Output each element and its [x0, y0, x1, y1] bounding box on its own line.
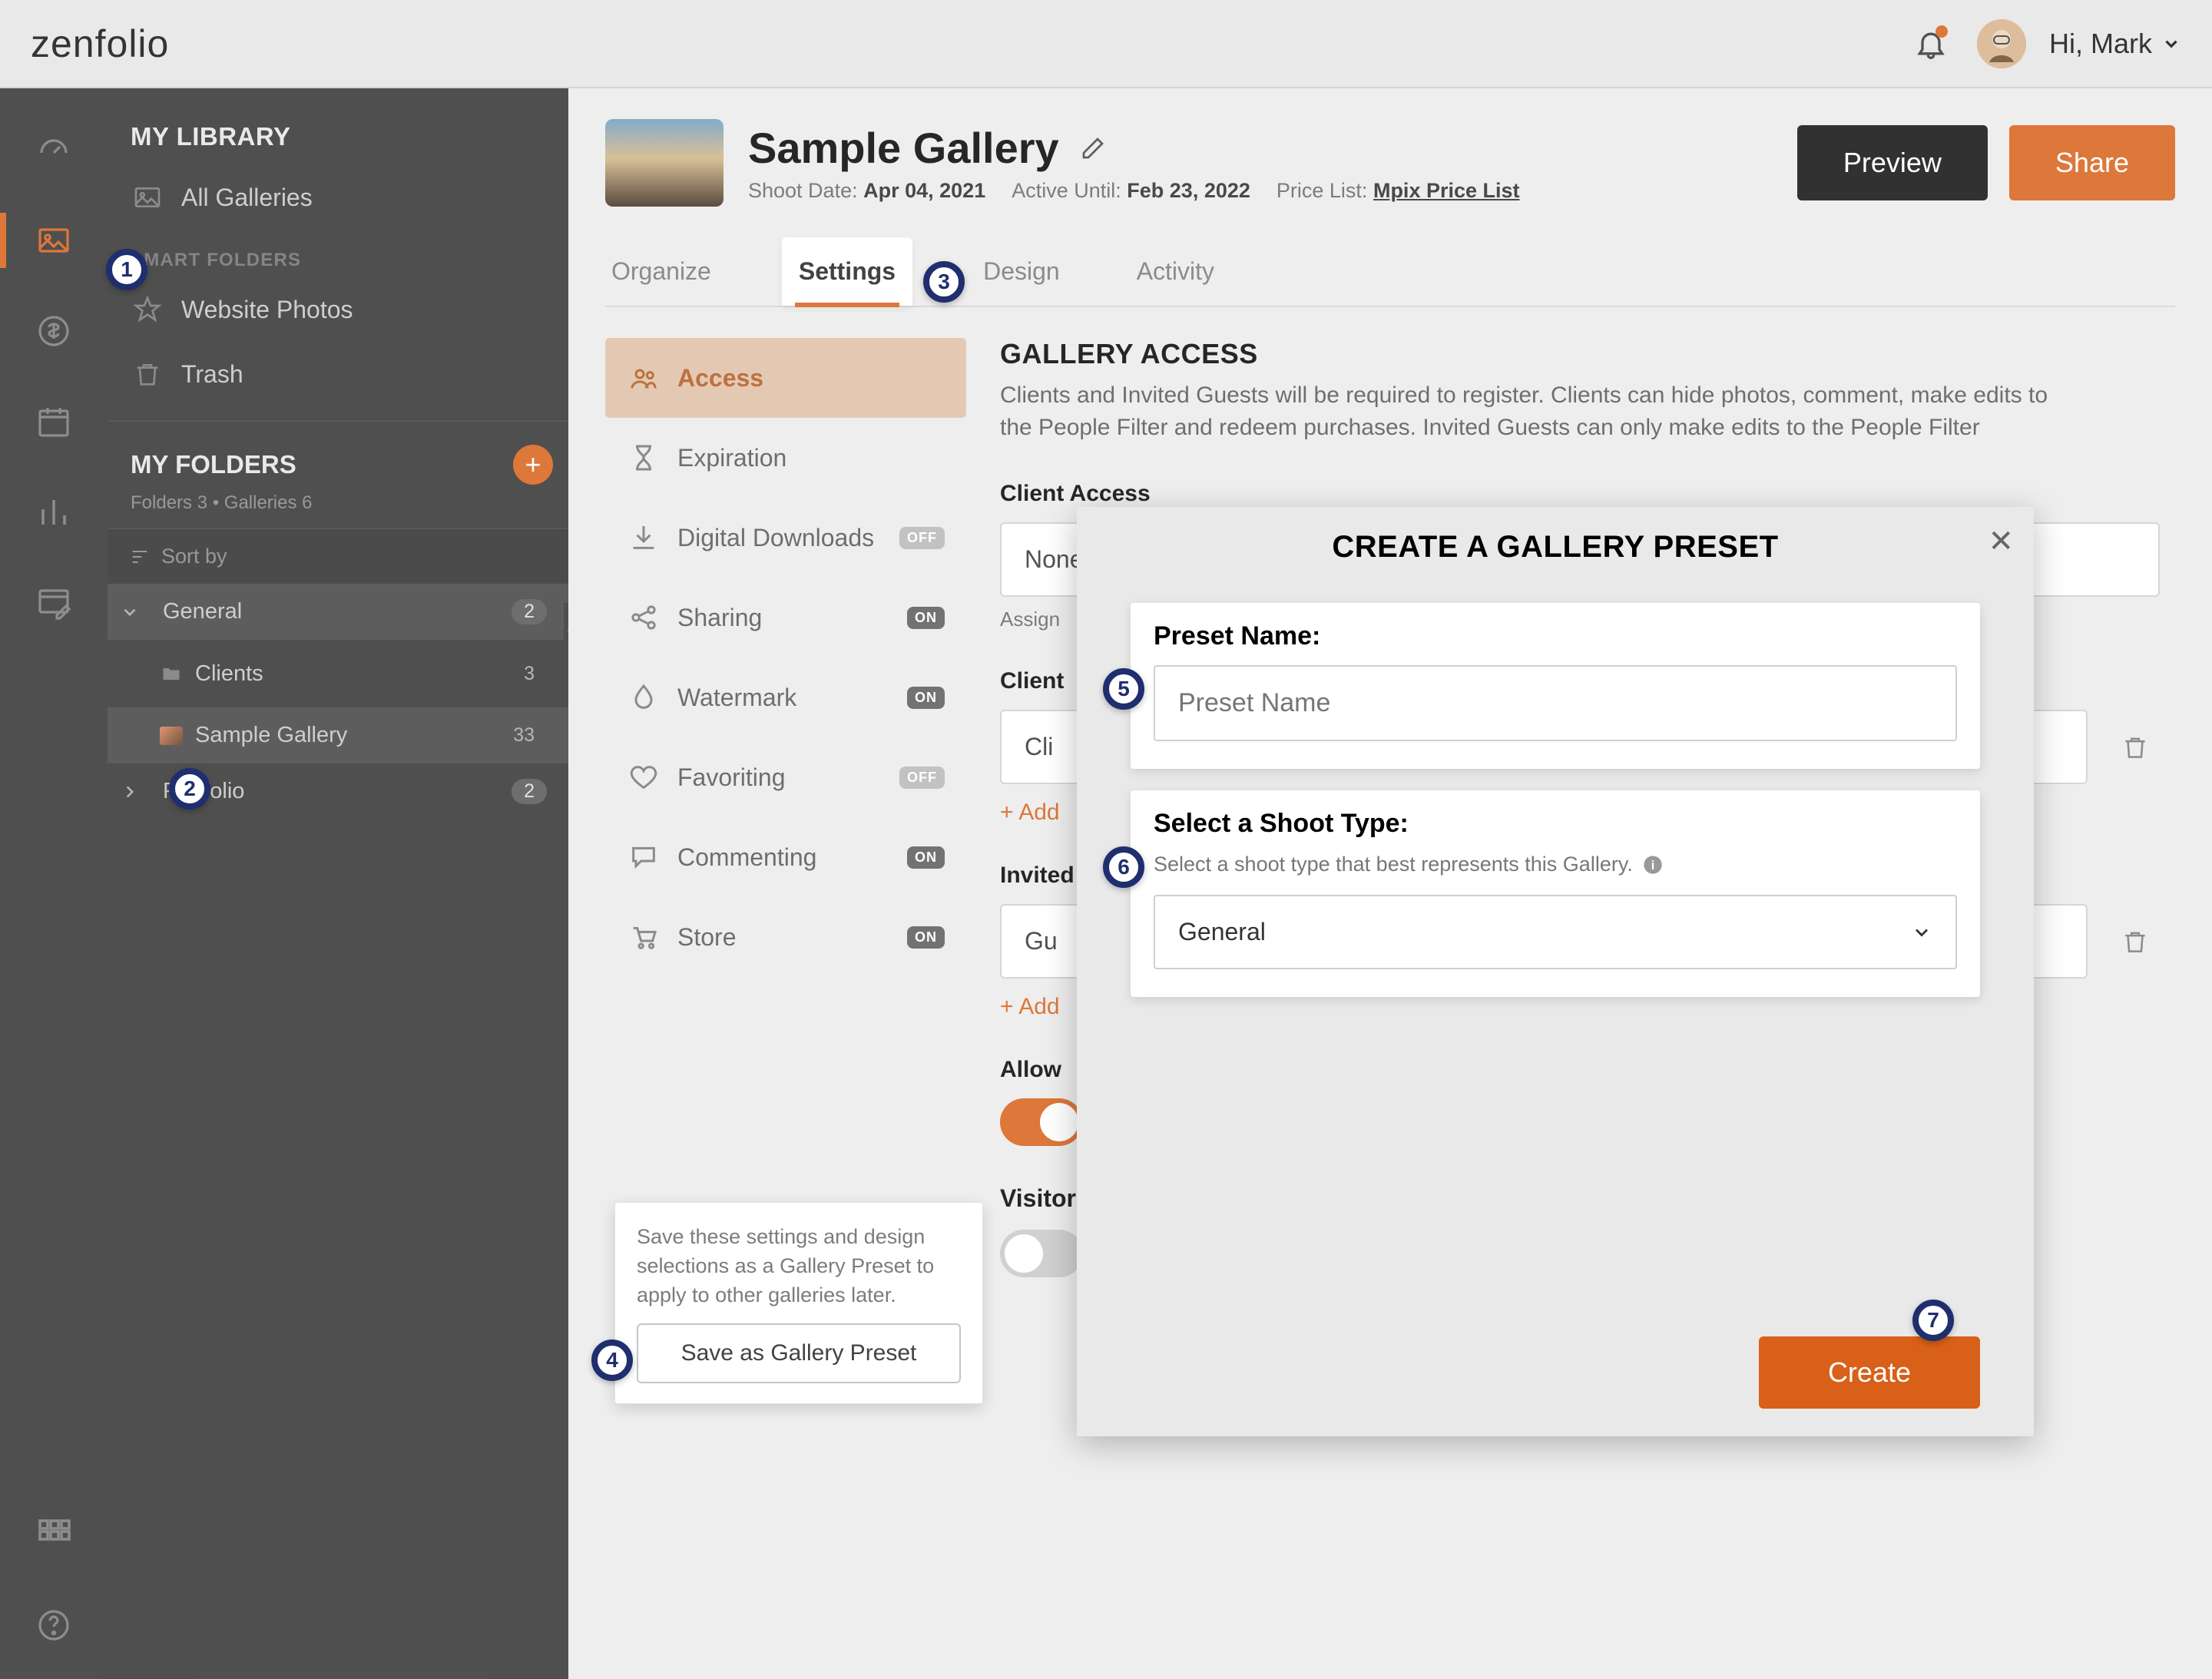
callout-5: 5 [1103, 668, 1144, 710]
close-icon: ✕ [1988, 525, 2014, 558]
info-icon[interactable]: i [1642, 854, 1664, 876]
create-button[interactable]: Create [1759, 1336, 1980, 1409]
callout-1: 1 [106, 249, 147, 290]
shoot-type-label: Select a Shoot Type: [1154, 809, 1957, 839]
selected-value: General [1178, 918, 1266, 946]
chevron-down-icon [1911, 922, 1932, 943]
modal-title: CREATE A GALLERY PRESET [1332, 530, 1778, 565]
preset-name-input[interactable] [1154, 665, 1957, 741]
preset-name-label: Preset Name: [1154, 621, 1957, 651]
modal-close-button[interactable]: ✕ [1988, 524, 2014, 559]
create-preset-modal: CREATE A GALLERY PRESET ✕ Preset Name: S… [1077, 507, 2034, 1436]
shoot-type-select[interactable]: General [1154, 895, 1957, 969]
callout-4: 4 [591, 1340, 633, 1381]
callout-3: 3 [923, 261, 965, 303]
shoot-type-help: Select a shoot type that best represents… [1154, 853, 1633, 876]
callout-6: 6 [1103, 846, 1144, 888]
callout-2: 2 [169, 768, 210, 810]
callout-7: 7 [1912, 1300, 1954, 1341]
svg-text:i: i [1651, 858, 1655, 872]
